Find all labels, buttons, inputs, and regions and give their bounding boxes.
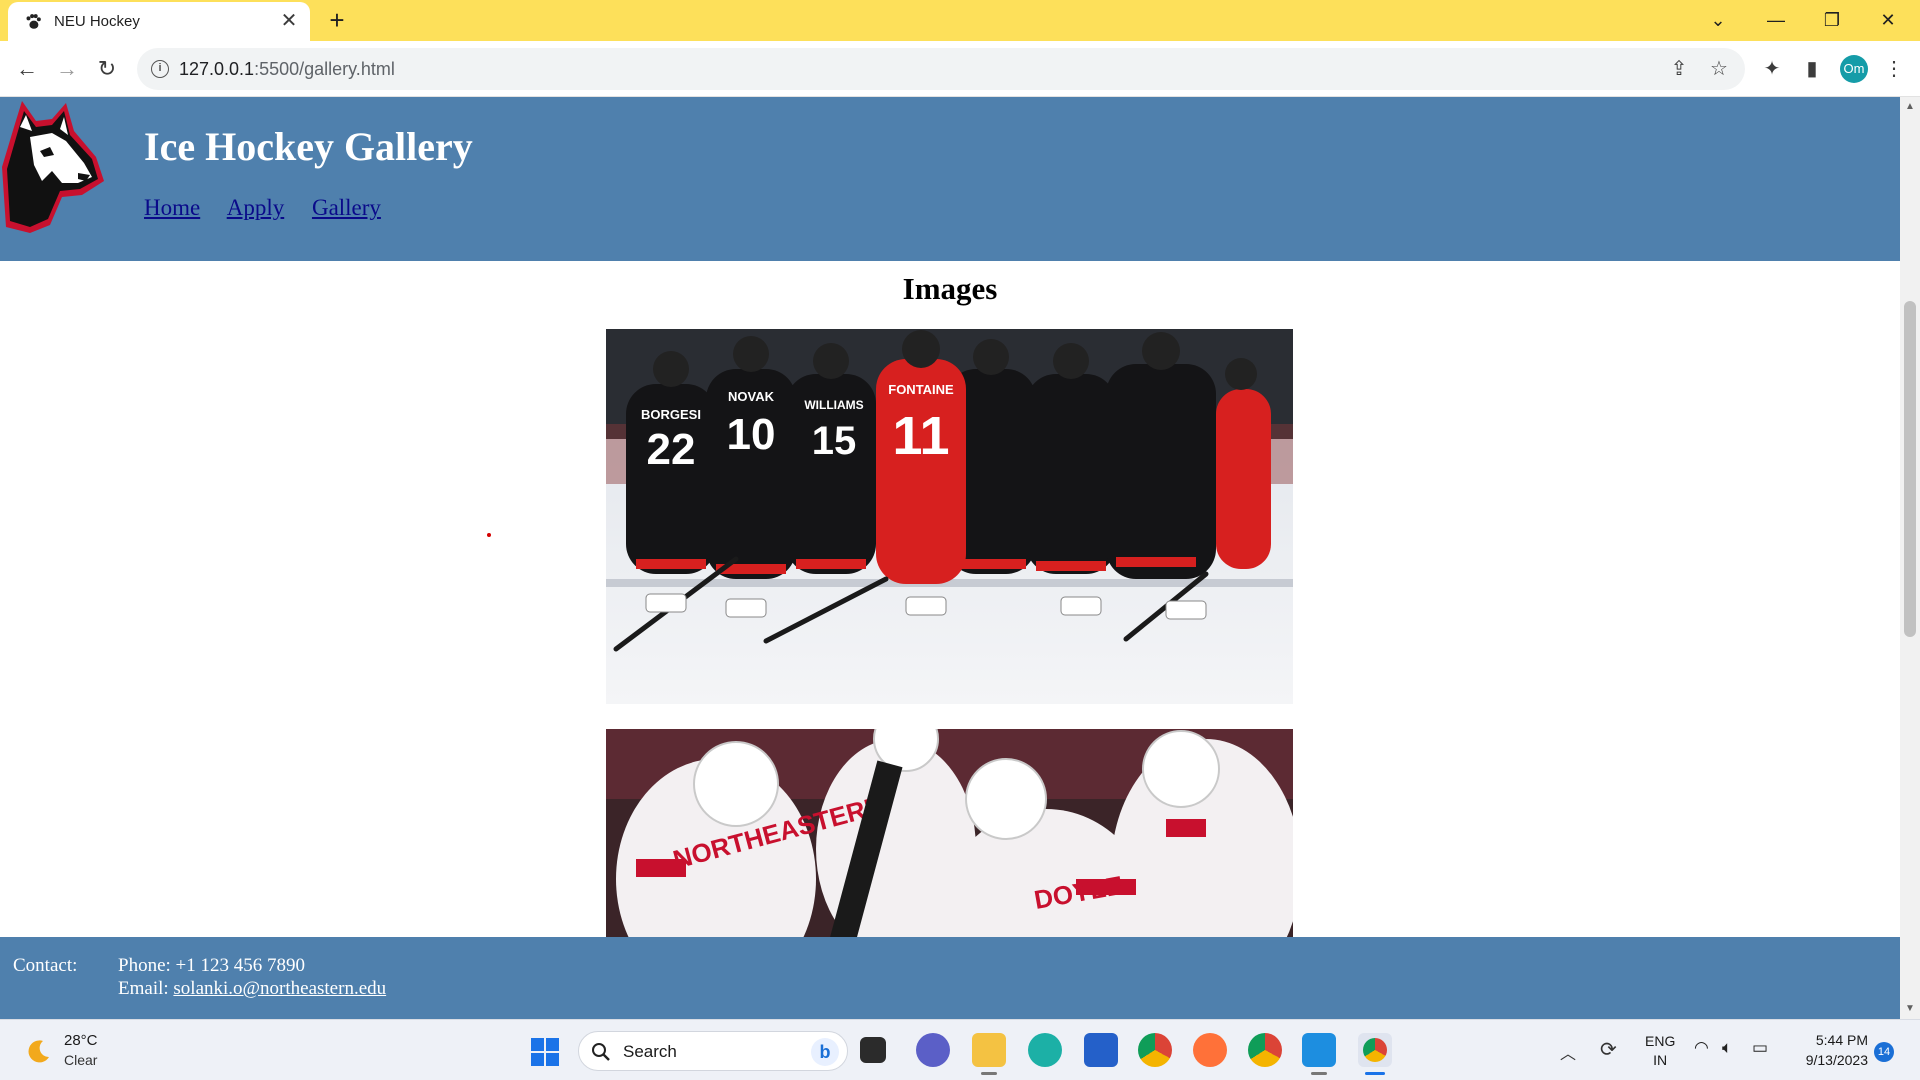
clock-time[interactable]: 5:44 PM (1778, 1032, 1868, 1048)
share-icon[interactable]: ⇪ (1665, 55, 1693, 83)
windows-start-icon[interactable] (530, 1037, 560, 1067)
chrome-canary-icon[interactable] (1248, 1033, 1282, 1067)
images-heading: Images (902, 271, 998, 306)
moon-weather-icon[interactable] (26, 1038, 52, 1064)
wifi-icon[interactable]: ◠ (1694, 1038, 1709, 1058)
language-indicator[interactable]: ENG IN (1645, 1032, 1675, 1070)
minimize-icon[interactable]: — (1760, 6, 1792, 34)
jersey-name-borgesi: BORGESI (641, 407, 701, 422)
scroll-up-arrow-icon[interactable]: ▲ (1904, 101, 1916, 113)
vscode-icon[interactable] (1302, 1033, 1336, 1075)
firefox-icon[interactable] (1193, 1033, 1227, 1067)
browser-tab[interactable]: NEU Hockey ✕ (8, 2, 310, 41)
reload-icon[interactable]: ↻ (93, 55, 121, 83)
chrome-icon[interactable] (1138, 1033, 1172, 1067)
file-explorer-icon[interactable] (972, 1033, 1006, 1075)
chrome-profile-icon[interactable] (1358, 1033, 1392, 1075)
windows-taskbar: 28°C Clear Search b ︿ ⟳ ENG IN ◠ 🔈︎ ▭ 5:4… (0, 1019, 1920, 1080)
task-view-icon[interactable] (860, 1037, 886, 1063)
scroll-down-arrow-icon[interactable]: ▼ (1904, 1003, 1916, 1015)
site-footer: Contact: Phone: +1 123 456 7890 Email: s… (0, 937, 1900, 1019)
restore-icon[interactable]: ❐ (1816, 6, 1848, 34)
photo-team-huddle: BORGESI 22 NOVAK 10 WILLIAMS 15 FONTAINE… (606, 329, 1293, 704)
clock-date[interactable]: 9/13/2023 (1778, 1052, 1868, 1068)
sync-icon[interactable]: ⟳ (1600, 1037, 1617, 1062)
bookmark-star-icon[interactable]: ☆ (1705, 55, 1733, 83)
tab-search-chevron-icon[interactable]: ⌄ (1702, 6, 1734, 34)
page-scrollbar[interactable]: ▲ ▼ (1900, 97, 1920, 1019)
jersey-number-15: 15 (812, 419, 857, 463)
email-link[interactable]: solanki.o@northeastern.edu (173, 978, 386, 999)
jersey-number-11: 11 (892, 406, 949, 466)
tab-title: NEU Hockey (54, 13, 140, 30)
bing-icon[interactable]: b (811, 1038, 839, 1066)
teams-chat-icon[interactable] (916, 1033, 950, 1067)
email-line: Email: solanki.o@northeastern.edu (118, 978, 387, 999)
edge-icon[interactable] (1028, 1033, 1062, 1067)
close-window-icon[interactable]: ✕ (1872, 6, 1904, 34)
tray-overflow-chevron-icon[interactable]: ︿ (1560, 1040, 1576, 1064)
menu-kebab-icon[interactable]: ⋮ (1880, 55, 1908, 83)
paw-favicon-icon (26, 14, 41, 29)
scrollbar-thumb[interactable] (1904, 301, 1916, 637)
site-info-icon[interactable]: i (151, 60, 169, 78)
site-title: Ice Hockey Gallery (144, 124, 473, 169)
nav-link-home[interactable]: Home (144, 195, 200, 220)
close-tab-icon[interactable]: ✕ (278, 10, 300, 32)
url-text[interactable]: 127.0.0.1:5500/gallery.html (179, 59, 395, 80)
site-header: Ice Hockey Gallery Home Apply Gallery (0, 97, 1900, 261)
extensions-puzzle-icon[interactable]: ✦ (1758, 55, 1786, 83)
battery-icon[interactable]: ▭ (1752, 1038, 1768, 1058)
volume-icon[interactable]: 🔈︎ (1722, 1038, 1732, 1058)
search-icon (592, 1043, 610, 1061)
browser-tab-strip: NEU Hockey ✕ + ⌄ — ❐ ✕ (0, 0, 1920, 41)
nav-link-gallery[interactable]: Gallery (312, 195, 381, 220)
weather-desc[interactable]: Clear (64, 1052, 97, 1068)
store-icon[interactable] (1084, 1033, 1118, 1067)
taskbar-search[interactable]: Search b (578, 1031, 848, 1071)
jersey-name-novak: NOVAK (728, 389, 775, 404)
jersey-number-22: 22 (647, 425, 696, 474)
jersey-name-williams: WILLIAMS (804, 398, 863, 412)
phone-text: Phone: +1 123 456 7890 (118, 955, 305, 976)
new-tab-button[interactable]: + (324, 7, 350, 34)
profile-avatar[interactable]: Om (1840, 55, 1868, 83)
web-page: Ice Hockey Gallery Home Apply Gallery Im… (0, 97, 1900, 1019)
back-arrow-icon[interactable]: ← (13, 55, 41, 83)
cursor-dot (487, 533, 491, 537)
search-label: Search (623, 1042, 677, 1061)
weather-temp[interactable]: 28°C (64, 1032, 98, 1049)
contact-label: Contact: (13, 955, 78, 976)
site-nav: Home Apply Gallery (144, 195, 403, 221)
side-panel-icon[interactable]: ▮ (1798, 55, 1826, 83)
nav-link-apply[interactable]: Apply (227, 195, 285, 220)
forward-arrow-icon[interactable]: → (53, 55, 81, 83)
notification-badge[interactable]: 14 (1874, 1042, 1894, 1062)
browser-toolbar: ← → ↻ i 127.0.0.1:5500/gallery.html ⇪ ☆ … (0, 41, 1920, 97)
husky-logo (2, 101, 104, 233)
jersey-number-10: 10 (727, 410, 776, 459)
jersey-name-fontaine: FONTAINE (888, 382, 954, 397)
address-bar[interactable]: i 127.0.0.1:5500/gallery.html ⇪ ☆ (137, 48, 1745, 90)
